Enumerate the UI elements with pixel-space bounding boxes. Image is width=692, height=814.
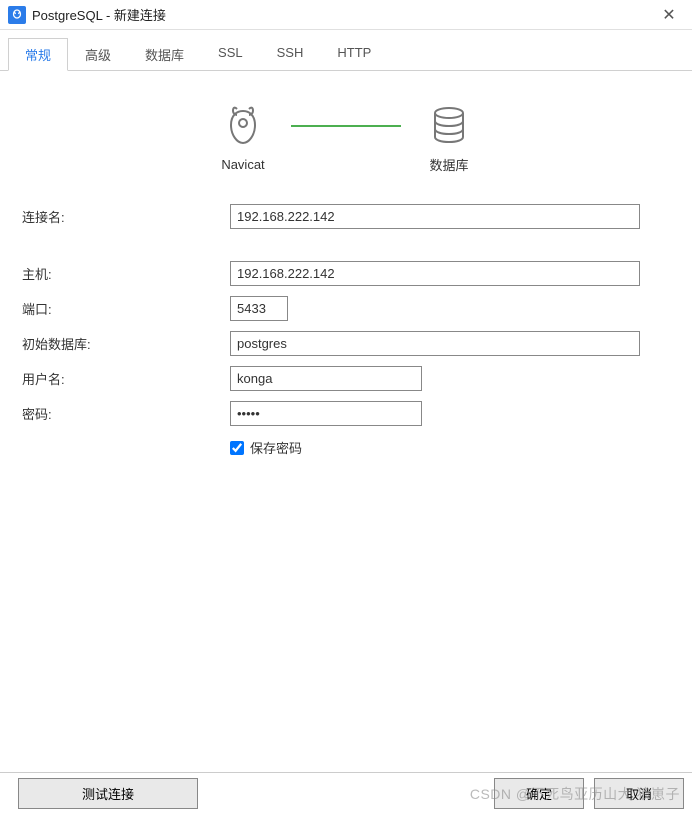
tab-advanced[interactable]: 高级 — [68, 38, 128, 71]
connection-diagram: Navicat 数据库 — [20, 101, 672, 174]
username-input[interactable] — [230, 366, 422, 391]
row-username: 用户名: — [20, 366, 672, 391]
close-icon[interactable]: ✕ — [654, 0, 684, 30]
navicat-icon — [219, 103, 267, 151]
tab-general[interactable]: 常规 — [8, 38, 68, 71]
cancel-button[interactable]: 取消 — [594, 778, 684, 809]
password-input[interactable] — [230, 401, 422, 426]
diagram-navicat: Navicat — [219, 103, 267, 172]
label-username: 用户名: — [20, 369, 230, 388]
diagram-right-label: 数据库 — [425, 155, 473, 174]
tabs: 常规 高级 数据库 SSL SSH HTTP — [0, 30, 692, 70]
diagram-database: 数据库 — [425, 101, 473, 174]
database-icon — [425, 101, 473, 149]
row-host: 主机: — [20, 261, 672, 286]
dialog-footer: 测试连接 确定 取消 — [0, 772, 692, 814]
connection-name-input[interactable] — [230, 204, 640, 229]
test-connection-button[interactable]: 测试连接 — [18, 778, 198, 809]
save-password-checkbox[interactable] — [230, 441, 244, 455]
port-input[interactable] — [230, 296, 288, 321]
postgresql-icon — [8, 6, 26, 24]
label-save-password: 保存密码 — [250, 438, 302, 457]
tab-ssh[interactable]: SSH — [260, 38, 321, 71]
tab-ssl[interactable]: SSL — [201, 38, 260, 71]
row-password: 密码: — [20, 401, 672, 426]
initial-db-input[interactable] — [230, 331, 640, 356]
diagram-left-label: Navicat — [219, 157, 267, 172]
label-connection-name: 连接名: — [20, 207, 230, 226]
row-connection-name: 连接名: — [20, 204, 672, 229]
window-title: PostgreSQL - 新建连接 — [32, 5, 654, 24]
label-password: 密码: — [20, 404, 230, 423]
label-host: 主机: — [20, 264, 230, 283]
row-port: 端口: — [20, 296, 672, 321]
titlebar: PostgreSQL - 新建连接 ✕ — [0, 0, 692, 30]
ok-button[interactable]: 确定 — [494, 778, 584, 809]
host-input[interactable] — [230, 261, 640, 286]
row-save-password: 保存密码 — [230, 438, 672, 457]
label-port: 端口: — [20, 299, 230, 318]
label-initial-db: 初始数据库: — [20, 334, 230, 353]
tab-database[interactable]: 数据库 — [128, 38, 201, 71]
row-initial-db: 初始数据库: — [20, 331, 672, 356]
tab-panel-general: Navicat 数据库 连接名: 主机: 端口: 初始数据库: — [0, 70, 692, 750]
diagram-connection-line — [291, 125, 401, 127]
tab-http[interactable]: HTTP — [320, 38, 388, 71]
